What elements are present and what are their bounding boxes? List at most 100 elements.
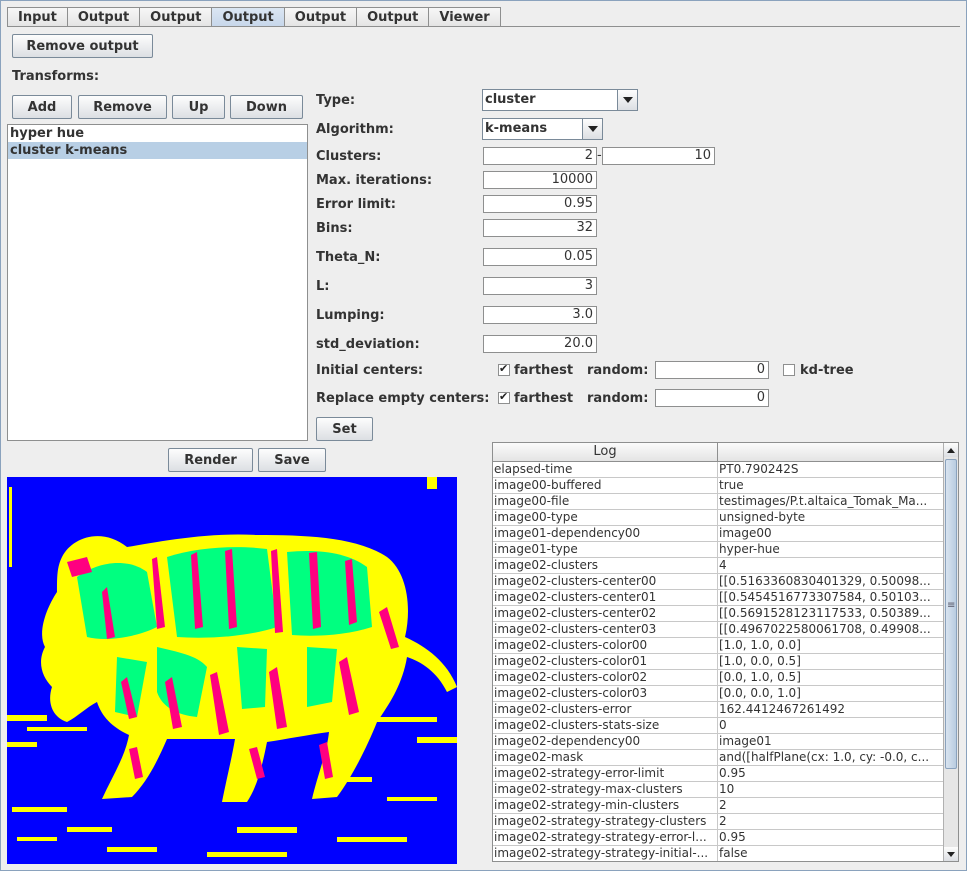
- table-row[interactable]: image01-type hyper-hue: [493, 542, 944, 558]
- app-window: Input Output Output Output Output Output…: [0, 0, 967, 871]
- table-row[interactable]: image02-strategy-max-clusters 10: [493, 782, 944, 798]
- scroll-up-icon[interactable]: [944, 443, 958, 457]
- set-button[interactable]: Set: [316, 417, 373, 441]
- table-row[interactable]: image02-clusters-center03 [[0.49670225800…: [493, 622, 944, 638]
- std-deviation-field[interactable]: 20.0: [483, 335, 597, 353]
- log-value-cell: unsigned-byte: [719, 510, 806, 524]
- table-row[interactable]: image02-dependency00 image01: [493, 734, 944, 750]
- algorithm-select[interactable]: k-means: [482, 118, 603, 140]
- kd-tree-label: kd-tree: [800, 363, 854, 378]
- clusters-range-separator: -: [597, 148, 602, 163]
- chevron-down-icon[interactable]: [582, 119, 602, 139]
- scroll-thumb[interactable]: [945, 459, 957, 769]
- log-table: Log elapsed-time PT0.790242S image00-buffe…: [492, 442, 959, 862]
- table-row[interactable]: image02-clusters-center00 [[0.51633608304…: [493, 574, 944, 590]
- tab-input[interactable]: Input: [7, 7, 68, 27]
- initial-random-field[interactable]: 0: [655, 361, 769, 379]
- table-row[interactable]: image02-clusters-color02 [0.0, 1.0, 0.5]: [493, 670, 944, 686]
- log-key-cell: image01-dependency00: [493, 526, 718, 541]
- move-up-button[interactable]: Up: [172, 95, 225, 119]
- tab-viewer[interactable]: Viewer: [428, 7, 501, 27]
- tab-output-2[interactable]: Output: [139, 7, 213, 27]
- table-row[interactable]: image02-clusters-center02 [[0.56915281231…: [493, 606, 944, 622]
- clusters-label: Clusters:: [316, 149, 382, 164]
- table-row[interactable]: image00-file testimages/P.t.altaica_Tomak…: [493, 494, 944, 510]
- log-value-cell: 2: [719, 798, 727, 812]
- table-row[interactable]: image02-strategy-min-clusters 2: [493, 798, 944, 814]
- max-iterations-field[interactable]: 10000: [483, 171, 597, 189]
- table-row[interactable]: image02-clusters-error 162.4412467261492: [493, 702, 944, 718]
- table-row[interactable]: image02-clusters-stats-size 0: [493, 718, 944, 734]
- replace-empty-centers-label: Replace empty centers:: [316, 391, 490, 406]
- log-value-cell: PT0.790242S: [719, 462, 799, 476]
- table-row[interactable]: image01-dependency00 image00: [493, 526, 944, 542]
- replace-farthest-checkbox[interactable]: [498, 390, 510, 404]
- log-key-cell: image02-clusters-color00: [493, 638, 718, 653]
- initial-farthest-checkbox[interactable]: [498, 362, 510, 376]
- tab-output-5[interactable]: Output: [356, 7, 430, 27]
- log-key-cell: image02-strategy-max-clusters: [493, 782, 718, 797]
- error-limit-field[interactable]: 0.95: [483, 195, 597, 213]
- table-row[interactable]: image02-clusters-center01 [[0.54545167733…: [493, 590, 944, 606]
- chevron-down-icon[interactable]: [617, 90, 637, 110]
- lumping-label: Lumping:: [316, 308, 385, 323]
- log-key-cell: image00-buffered: [493, 478, 718, 493]
- remove-output-button[interactable]: Remove output: [12, 34, 153, 58]
- table-row[interactable]: image02-strategy-strategy-clusters 2: [493, 814, 944, 830]
- log-value-cell: [[0.5454516773307584, 0.50103...: [719, 590, 931, 604]
- theta-n-label: Theta_N:: [316, 250, 381, 265]
- l-label: L:: [316, 279, 330, 294]
- clusters-max-field[interactable]: 10: [602, 147, 715, 165]
- table-row[interactable]: image02-strategy-error-limit 0.95: [493, 766, 944, 782]
- tab-output-3[interactable]: Output: [211, 7, 285, 27]
- add-transform-button[interactable]: Add: [12, 95, 72, 119]
- table-row[interactable]: elapsed-time PT0.790242S: [493, 462, 944, 478]
- log-key-cell: image02-strategy-strategy-initial-...: [493, 846, 718, 861]
- bins-field[interactable]: 32: [483, 219, 597, 237]
- table-row[interactable]: image02-clusters-color01 [1.0, 0.0, 0.5]: [493, 654, 944, 670]
- kd-tree-checkbox[interactable]: [783, 364, 795, 376]
- log-key-cell: image02-clusters-color03: [493, 686, 718, 701]
- log-key-cell: image01-type: [493, 542, 718, 557]
- replace-random-field[interactable]: 0: [655, 389, 769, 407]
- log-value-cell: false: [719, 846, 748, 860]
- log-value-column-header[interactable]: [718, 443, 943, 461]
- transform-item-selected[interactable]: cluster k-means: [8, 142, 307, 159]
- log-key-cell: image02-clusters-stats-size: [493, 718, 718, 733]
- transforms-list: hyper hue cluster k-means: [7, 124, 308, 441]
- log-value-cell: 4: [719, 558, 727, 572]
- table-row[interactable]: image02-clusters-color00 [1.0, 1.0, 0.0]: [493, 638, 944, 654]
- table-row[interactable]: image00-type unsigned-byte: [493, 510, 944, 526]
- log-key-cell: image00-type: [493, 510, 718, 525]
- log-key-cell: image02-clusters-center01: [493, 590, 718, 605]
- render-button[interactable]: Render: [168, 448, 253, 472]
- table-row[interactable]: image02-strategy-strategy-error-l... 0.95: [493, 830, 944, 846]
- tab-divider: [7, 26, 960, 27]
- bins-label: Bins:: [316, 221, 353, 236]
- log-value-cell: 0: [719, 718, 727, 732]
- log-scrollbar[interactable]: [943, 443, 958, 861]
- log-key-cell: image00-file: [493, 494, 718, 509]
- table-row[interactable]: image02-clusters-color03 [0.0, 0.0, 1.0]: [493, 686, 944, 702]
- tab-output-4[interactable]: Output: [283, 7, 358, 27]
- move-down-button[interactable]: Down: [230, 95, 303, 119]
- scroll-down-icon[interactable]: [944, 847, 958, 861]
- log-value-cell: [1.0, 1.0, 0.0]: [719, 638, 801, 652]
- table-row[interactable]: image02-clusters 4: [493, 558, 944, 574]
- tiger-cluster-image: [7, 477, 457, 864]
- table-row[interactable]: image00-buffered true: [493, 478, 944, 494]
- clusters-min-field[interactable]: 2: [483, 147, 597, 165]
- type-select[interactable]: cluster: [482, 89, 638, 111]
- theta-n-field[interactable]: 0.05: [483, 248, 597, 266]
- transform-item[interactable]: hyper hue: [8, 125, 307, 142]
- l-field[interactable]: 3: [483, 277, 597, 295]
- remove-transform-button[interactable]: Remove: [78, 95, 167, 119]
- table-row[interactable]: image02-mask and([halfPlane(cx: 1.0, cy: …: [493, 750, 944, 766]
- save-button[interactable]: Save: [258, 448, 326, 472]
- log-column-header[interactable]: Log: [493, 443, 718, 461]
- lumping-field[interactable]: 3.0: [483, 306, 597, 324]
- tab-output-1[interactable]: Output: [66, 7, 141, 27]
- log-value-cell: 0.95: [719, 766, 746, 780]
- table-row[interactable]: image02-strategy-strategy-initial-... fal…: [493, 846, 944, 861]
- std-deviation-label: std_deviation:: [316, 337, 420, 352]
